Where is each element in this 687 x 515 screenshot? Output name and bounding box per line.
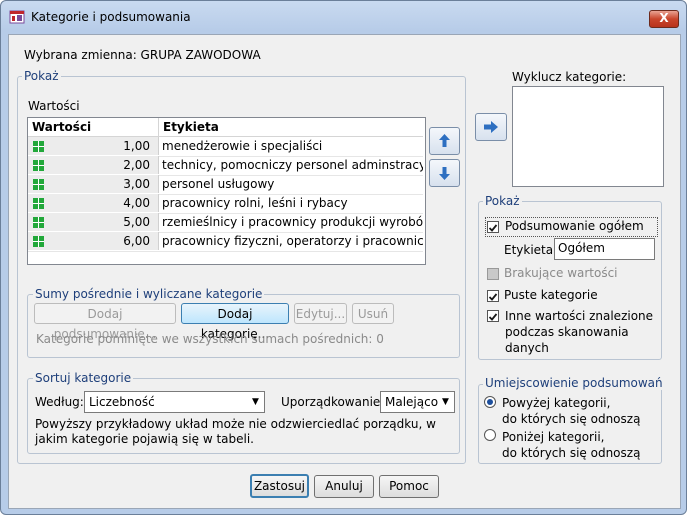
move-up-button[interactable]: [429, 127, 460, 155]
add-subtotal-button[interactable]: Dodaj podsumowanie...: [34, 303, 176, 341]
placement-above-line-1: Powyżej kategorii,: [502, 396, 611, 410]
apply-button-label: Zastosuj: [253, 479, 306, 493]
other-values-line-1: Inne wartości znalezione: [505, 309, 654, 323]
add-category-button[interactable]: Dodaj kategorię...: [181, 303, 289, 341]
placement-below-line-1: Poniżej kategorii,: [502, 430, 605, 444]
placement-below-radio[interactable]: [484, 429, 496, 441]
remove-button[interactable]: Usuń: [352, 303, 394, 324]
dialog-window: Kategorie i podsumowania X Wybrana zmien…: [0, 0, 687, 515]
other-values-label: Inne wartości znalezione podczas skanowa…: [505, 308, 653, 356]
table-row[interactable]: 6,00 pracownicy fizyczni, operatorzy i pr…: [28, 232, 423, 252]
placement-below-line-2: do których się odnoszą: [502, 446, 641, 460]
categories-table[interactable]: Wartości Etykieta 1,00 menedżerowie i spe…: [27, 117, 426, 265]
value-cell[interactable]: 6,00: [28, 232, 159, 250]
table-row[interactable]: 2,00 technicy, pomocniczy personel admins…: [28, 156, 423, 176]
subtotals-legend: Sumy pośrednie i wyliczane kategorie: [33, 287, 265, 301]
value-text: 6,00: [123, 234, 150, 248]
value-text: 1,00: [123, 139, 150, 153]
sort-order-select[interactable]: Malejąco ▼: [380, 391, 455, 413]
window-title: Kategorie i podsumowania: [31, 10, 191, 24]
placement-above-label: Powyżej kategorii, do których się odnosz…: [502, 395, 640, 427]
total-label-caption: Etykieta:: [504, 243, 558, 257]
value-text: 3,00: [123, 177, 150, 191]
category-grid-icon: [33, 141, 44, 152]
missing-checkbox[interactable]: [487, 268, 499, 280]
label-cell[interactable]: rzemieślnicy i pracownicy produkcji wyro…: [159, 213, 423, 231]
other-values-checkbox[interactable]: [487, 310, 499, 322]
exclude-label: Wyklucz kategorie:: [512, 70, 627, 84]
sort-legend: Sortuj kategorie: [33, 371, 134, 385]
title-bar[interactable]: Kategorie i podsumowania X: [1, 1, 686, 33]
checkmark-icon: [488, 224, 498, 232]
edit-button[interactable]: Edytuj...: [294, 303, 347, 324]
value-text: 2,00: [123, 158, 150, 172]
label-cell[interactable]: technicy, pomocniczy personel adminstrac…: [159, 156, 423, 174]
category-grid-icon: [33, 217, 44, 228]
table-header: Wartości Etykieta: [28, 118, 423, 137]
column-header-values[interactable]: Wartości: [28, 118, 159, 136]
missing-checkbox-label: Brakujące wartości: [504, 266, 618, 280]
radio-selected-dot: [487, 399, 493, 405]
placement-legend: Umiejscowienie podsumowań: [483, 376, 665, 390]
dialog-body: Wybrana zmienna: GRUPA ZAWODOWA Pokaż Wa…: [8, 34, 681, 509]
close-button[interactable]: X: [649, 10, 679, 28]
selected-variable-label: Wybrana zmienna: GRUPA ZAWODOWA: [24, 48, 261, 62]
value-text: 4,00: [123, 196, 150, 210]
checkmark-icon: [488, 313, 498, 321]
category-grid-icon: [33, 179, 44, 190]
category-grid-icon: [33, 160, 44, 171]
total-checkbox-label: Podsumowanie ogółem: [505, 219, 644, 233]
sort-by-label: Według:: [35, 395, 84, 409]
close-icon: X: [659, 11, 669, 25]
total-checkbox[interactable]: [487, 221, 499, 233]
value-text: 5,00: [123, 215, 150, 229]
values-label: Wartości: [28, 99, 80, 113]
placement-above-line-2: do których się odnoszą: [502, 412, 641, 426]
help-button[interactable]: Pomoc: [379, 475, 439, 498]
table-row[interactable]: 5,00 rzemieślnicy i pracownicy produkcji …: [28, 213, 423, 233]
move-down-button[interactable]: [429, 159, 460, 187]
placement-below-label: Poniżej kategorii, do których się odnosz…: [502, 429, 640, 461]
category-grid-icon: [33, 236, 44, 247]
other-values-line-2: podczas skanowania: [505, 325, 629, 339]
subtotals-note: Kategorie pominięte we wszystkich sumach…: [36, 332, 384, 346]
show-total-legend: Pokaż: [483, 194, 522, 208]
label-cell[interactable]: personel usługowy: [159, 175, 423, 193]
table-row[interactable]: 3,00 personel usługowy: [28, 175, 423, 195]
value-cell[interactable]: 5,00: [28, 213, 159, 231]
move-to-exclude-button[interactable]: [475, 113, 507, 141]
sort-order-value: Malejąco: [385, 395, 439, 409]
exclude-list[interactable]: [512, 86, 664, 187]
arrow-down-icon: [439, 167, 450, 180]
chevron-down-icon: ▼: [252, 397, 259, 407]
label-cell[interactable]: pracownicy fizyczni, operatorzy i pracow…: [159, 232, 423, 250]
sort-note: Powyższy przykładowy układ może nie odzw…: [35, 417, 436, 446]
apply-button[interactable]: Zastosuj: [250, 474, 309, 498]
table-row[interactable]: 4,00 pracownicy rolni, leśni i rybacy: [28, 194, 423, 214]
placement-above-radio[interactable]: [484, 396, 496, 408]
arrow-right-icon: [484, 121, 498, 133]
value-cell[interactable]: 1,00: [28, 137, 159, 155]
sort-order-label: Uporządkowanie:: [281, 395, 385, 409]
label-cell[interactable]: menedżerowie i specjaliści: [159, 137, 423, 155]
category-grid-icon: [33, 198, 44, 209]
arrow-up-icon: [439, 134, 450, 147]
column-header-label[interactable]: Etykieta: [159, 118, 423, 136]
checkmark-icon: [488, 293, 498, 301]
value-cell[interactable]: 4,00: [28, 194, 159, 212]
cancel-button[interactable]: Anuluj: [314, 475, 374, 498]
empty-checkbox[interactable]: [487, 290, 499, 302]
total-label-input[interactable]: Ogółem: [554, 238, 655, 260]
app-icon: [9, 10, 25, 24]
value-cell[interactable]: 2,00: [28, 156, 159, 174]
sort-by-select[interactable]: Liczebność ▼: [84, 391, 265, 413]
value-cell[interactable]: 3,00: [28, 175, 159, 193]
show-group-legend: Pokaż: [22, 69, 61, 83]
other-values-line-3: danych: [505, 341, 549, 355]
chevron-down-icon: ▼: [442, 397, 449, 407]
label-cell[interactable]: pracownicy rolni, leśni i rybacy: [159, 194, 423, 212]
table-row[interactable]: 1,00 menedżerowie i specjaliści: [28, 137, 423, 157]
sort-by-value: Liczebność: [89, 395, 155, 409]
empty-checkbox-label: Puste kategorie: [504, 288, 598, 302]
